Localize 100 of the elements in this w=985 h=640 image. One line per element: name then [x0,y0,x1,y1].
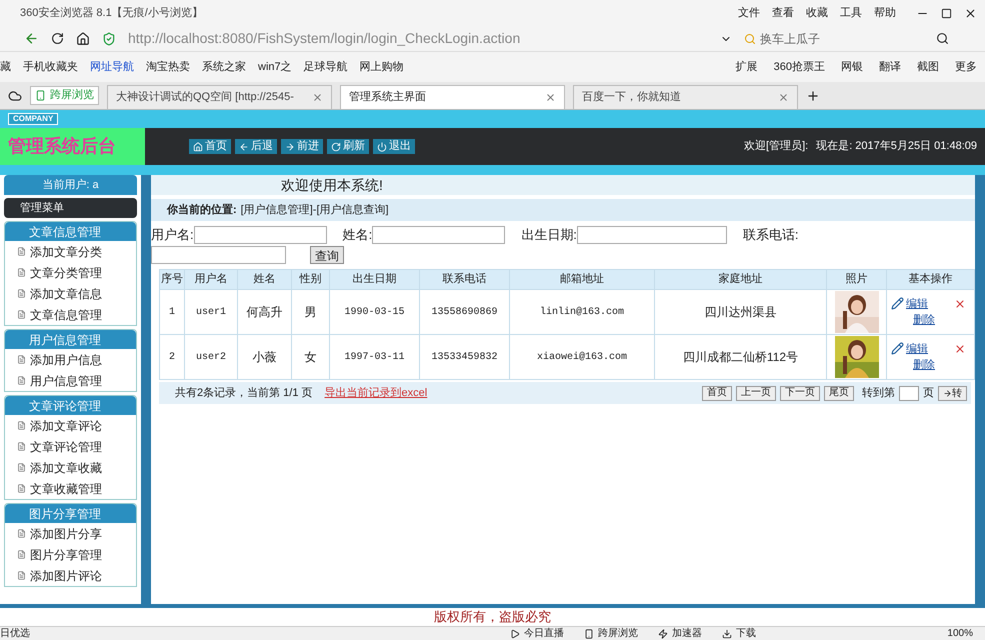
browser-tab[interactable]: 管理系统主界面 [340,85,565,109]
delete-icon[interactable] [954,298,966,310]
cloud-icon[interactable] [8,88,22,102]
menu-group-header[interactable]: 文章评论管理 [5,396,136,415]
status-button[interactable]: 加速器 [658,626,702,640]
menu-group-header[interactable]: 文章信息管理 [5,222,136,241]
nav-icon [239,142,249,152]
search-icon[interactable] [936,32,949,45]
zoom-level[interactable]: 100% [947,626,985,640]
pager-button[interactable]: 上一页 [736,386,776,400]
nav-button[interactable]: 刷新 [327,139,369,154]
menu-item[interactable]: 添加图片评论 [5,565,136,586]
menu-item[interactable]: 图片分享管理 [5,544,136,565]
extension-button[interactable]: 扩展 [736,58,758,76]
close-tab-icon[interactable] [778,92,789,103]
extension-button[interactable]: 网银 [841,58,863,76]
bookmark-link[interactable]: 系统之家 [202,58,246,76]
document-icon [17,376,26,385]
table-cell: 何高升 [238,290,292,334]
pager-button[interactable]: 首页 [702,386,732,400]
menu-item[interactable]: 工具 [840,4,862,22]
menu-item[interactable]: 文章信息管理 [5,304,136,325]
edit-icon[interactable] [891,342,904,356]
status-button[interactable]: 跨屏浏览 [584,626,638,640]
close-tab-icon[interactable] [312,92,323,103]
maximize-icon[interactable] [941,8,952,18]
column-header: 用户名 [184,270,238,290]
edit-link[interactable]: 编辑 [906,296,952,312]
bookmark-link[interactable]: win7之 [258,58,292,76]
close-tab-icon[interactable] [545,92,556,103]
delete-link[interactable]: 删除 [887,357,974,374]
menu-item[interactable]: 查看 [772,4,794,22]
search-input[interactable] [372,226,506,244]
menu-item[interactable]: 文章评论管理 [5,436,136,457]
menu-item[interactable]: 文件 [738,4,760,22]
menu-item[interactable]: 添加文章信息 [5,283,136,304]
bookmark-link[interactable]: 网上购物 [360,58,404,76]
phone-input[interactable] [151,246,286,264]
menu-item[interactable]: 添加用户信息 [5,349,136,370]
arrow-icon [943,388,952,398]
bookmark-link[interactable]: 手机收藏夹 [23,58,78,76]
cross-screen-button[interactable]: 跨屏浏览 [30,86,99,105]
column-header: 姓名 [238,270,292,290]
nav-button[interactable]: 退出 [373,139,415,154]
nav-button[interactable]: 前进 [281,139,323,154]
menu-item[interactable]: 添加文章评论 [5,415,136,436]
clock-text: 现在是: 2017年5月25日 01:48:09 [816,139,977,154]
bookmark-link[interactable]: 藏 [0,58,11,76]
table-cell: 2 [160,334,184,380]
menu-item[interactable]: 文章分类管理 [5,262,136,283]
extension-button[interactable]: 360抢票王 [774,58,825,76]
status-button[interactable]: 下载 [722,626,756,640]
refresh-icon[interactable] [51,32,64,45]
table-cell: xiaowei@163.com [510,334,654,380]
status-button[interactable]: 今日直播 [510,626,564,640]
column-header: 邮箱地址 [510,270,654,290]
phone-icon [35,90,46,101]
new-tab-icon[interactable] [806,88,820,102]
edit-icon[interactable] [891,297,904,310]
home-icon[interactable] [76,32,90,46]
bookmark-link[interactable]: 足球导航 [304,58,348,76]
menu-item[interactable]: 收藏 [806,4,828,22]
pager-button[interactable]: 尾页 [824,386,854,400]
search-input[interactable] [194,226,327,244]
menu-item[interactable]: 帮助 [874,4,896,22]
nav-icon [193,142,203,152]
menu-item[interactable]: 添加文章收藏 [5,457,136,478]
menu-item[interactable]: 添加文章分类 [5,241,136,262]
export-link[interactable]: 导出当前记录到excel [324,384,428,402]
menu-item[interactable]: 添加图片分享 [5,523,136,544]
back-icon[interactable] [24,31,39,46]
bookmark-link[interactable]: 淘宝热卖 [146,58,190,76]
pager-button[interactable]: 下一页 [780,386,820,400]
delete-icon[interactable] [954,342,966,355]
table-cell: 男 [292,290,330,334]
nav-button[interactable]: 首页 [189,139,231,154]
menu-item[interactable]: 用户信息管理 [5,370,136,391]
menu-group-header[interactable]: 图片分享管理 [5,504,136,523]
close-icon[interactable] [964,6,977,20]
status-icon [584,628,594,638]
menu-item[interactable]: 文章收藏管理 [5,478,136,499]
bookmark-link[interactable]: 网址导航 [90,58,134,76]
delete-link[interactable]: 删除 [887,312,974,328]
page-input[interactable] [899,386,919,400]
document-icon [17,421,26,430]
browser-tab[interactable]: 大神设计调试的QQ空间 [http://2545- [107,85,332,109]
extension-button[interactable]: 翻译 [879,58,901,76]
go-button[interactable]: 转 [938,386,967,400]
extension-button[interactable]: 截图 [917,58,939,76]
edit-link[interactable]: 编辑 [906,340,952,357]
search-input[interactable] [576,226,727,244]
menu-group-header[interactable]: 用户信息管理 [5,330,136,349]
table-cell: 13558690869 [420,290,510,334]
window-title: 360安全浏览器 8.1【无痕/小号浏览】 [20,6,203,21]
browser-tab[interactable]: 百度一下，你就知道 [573,85,798,109]
search-field[interactable]: 换车上瓜子 [760,30,900,48]
nav-button[interactable]: 后退 [235,139,277,154]
query-button[interactable]: 查询 [310,246,344,264]
extension-button[interactable]: 更多 [955,58,977,76]
document-icon [17,463,26,472]
